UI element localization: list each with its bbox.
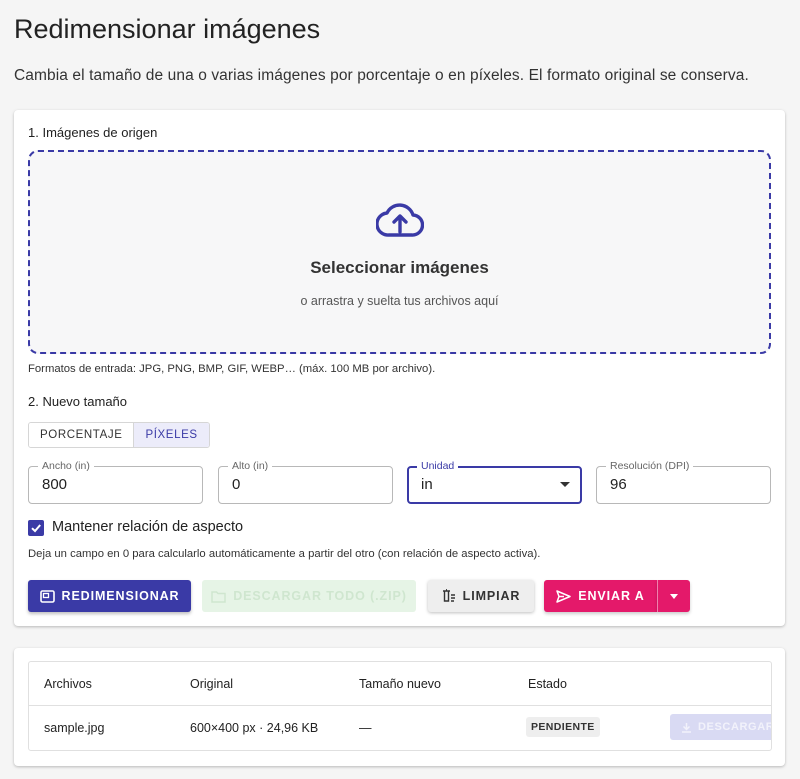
resize-button[interactable]: REDIMENSIONAR: [28, 580, 191, 612]
keep-aspect-label[interactable]: Mantener relación de aspecto: [52, 519, 243, 535]
send-to-label: ENVIAR A: [578, 589, 645, 603]
height-value: 0: [232, 476, 241, 493]
image-resize-icon: [39, 589, 55, 603]
header-files: Archivos: [44, 677, 92, 691]
formats-note: Formatos de entrada: JPG, PNG, BMP, GIF,…: [28, 363, 436, 375]
download-zip-label: DESCARGAR TODO (.ZIP): [233, 589, 407, 603]
unit-select[interactable]: Unidad in: [407, 459, 582, 504]
dropzone-title: Seleccionar imágenes: [310, 258, 489, 277]
header-new-size: Tamaño nuevo: [359, 677, 442, 691]
unit-value: in: [421, 476, 433, 493]
table-header: Archivos Original Tamaño nuevo Estado: [29, 662, 771, 706]
unit-label: Unidad: [417, 459, 459, 473]
folder-zip-icon: [211, 590, 226, 603]
resize-card: 1. Imágenes de origen Seleccionar imágen…: [14, 110, 785, 626]
clear-list-icon: [442, 589, 455, 602]
files-table: Archivos Original Tamaño nuevo Estado sa…: [28, 661, 772, 751]
page-title: Redimensionar imágenes: [14, 14, 321, 44]
status-badge: PENDIENTE: [526, 717, 600, 737]
height-field[interactable]: Alto (in) 0: [218, 459, 393, 504]
original-size: 600×400 px · 24,96 KB: [190, 721, 319, 735]
dropdown-caret-icon: [560, 482, 570, 487]
download-button[interactable]: DESCARGAR: [670, 714, 772, 740]
mode-percentage-button[interactable]: PORCENTAJE: [29, 423, 134, 447]
dropzone-hint: o arrastra y suelta tus archivos aquí: [300, 294, 499, 308]
send-icon: [556, 589, 572, 603]
image-dropzone[interactable]: Seleccionar imágenes o arrastra y suelta…: [28, 150, 771, 354]
width-field[interactable]: Ancho (in) 800: [28, 459, 203, 504]
source-section-title: 1. Imágenes de origen: [28, 125, 158, 140]
help-text: Deja un campo en 0 para calcularlo autom…: [28, 548, 541, 560]
new-size: —: [359, 721, 372, 735]
resolution-field[interactable]: Resolución (DPI) 96: [596, 459, 771, 504]
send-to-button[interactable]: ENVIAR A: [544, 580, 657, 612]
width-label: Ancho (in): [38, 459, 94, 473]
resize-button-label: REDIMENSIONAR: [61, 589, 180, 603]
cloud-upload-icon: [375, 203, 424, 237]
send-to-menu-button[interactable]: [657, 580, 690, 612]
clear-button[interactable]: LIMPIAR: [428, 580, 534, 612]
clear-button-label: LIMPIAR: [462, 589, 521, 603]
download-zip-button[interactable]: DESCARGAR TODO (.ZIP): [202, 580, 416, 612]
resolution-value: 96: [610, 476, 627, 493]
header-original: Original: [190, 677, 234, 691]
keep-aspect-checkbox[interactable]: [28, 520, 44, 536]
mode-pixels-button[interactable]: PÍXELES: [133, 423, 209, 447]
chevron-down-icon: [670, 593, 678, 599]
file-name: sample.jpg: [44, 721, 105, 735]
width-value: 800: [42, 476, 68, 493]
header-status: Estado: [528, 677, 567, 691]
download-icon: [682, 722, 691, 733]
size-mode-toggle: PORCENTAJE PÍXELES: [28, 422, 210, 448]
height-label: Alto (in): [228, 459, 273, 473]
download-button-label: DESCARGAR: [698, 721, 772, 733]
files-card: Archivos Original Tamaño nuevo Estado sa…: [14, 648, 785, 766]
resolution-label: Resolución (DPI): [606, 459, 694, 473]
size-section-title: 2. Nuevo tamaño: [28, 394, 128, 409]
check-icon: [31, 524, 41, 533]
page-subtitle: Cambia el tamaño de una o varias imágene…: [14, 67, 749, 84]
